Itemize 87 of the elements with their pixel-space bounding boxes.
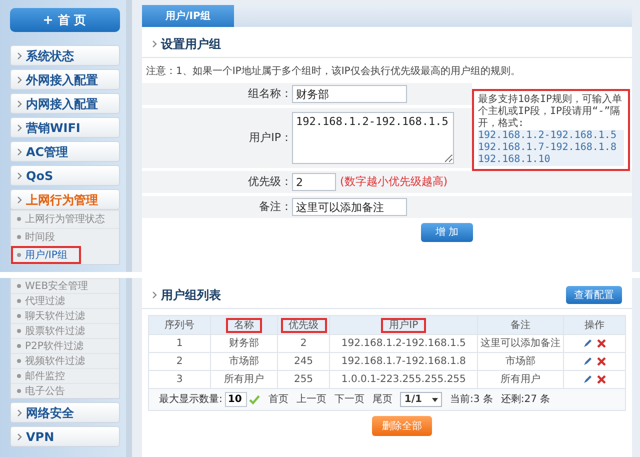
chevron-icon — [17, 409, 22, 418]
home-icon — [44, 16, 52, 24]
chevron-icon — [152, 40, 157, 48]
table-cell: 市场部 — [210, 352, 278, 370]
field-label: 用户IP： — [142, 108, 292, 168]
close-icon — [596, 339, 606, 348]
column-header: 优先级 — [280, 318, 326, 332]
table-cell: 市场部 — [478, 352, 564, 370]
chevron-icon — [17, 52, 22, 60]
table-cell: 2 — [277, 334, 330, 352]
bullet-icon — [17, 217, 21, 222]
edit-button[interactable] — [582, 357, 592, 366]
table-cell: 1 — [148, 334, 210, 352]
menu-item[interactable]: VPN — [10, 426, 120, 447]
close-icon — [596, 375, 606, 384]
max-display-label: 最大显示数量: — [159, 392, 222, 407]
chevron-icon — [17, 100, 22, 108]
table-cell: 192.168.1.7-192.168.1.8 — [330, 352, 478, 370]
menu-item[interactable]: 内网接入配置 — [10, 93, 120, 114]
chevron-icon — [17, 433, 22, 442]
section-title: 用户组列表 — [161, 287, 221, 304]
field-label: 组名称： — [142, 83, 292, 105]
section-title: 设置用户组 — [161, 36, 221, 53]
column-header: 名称 — [226, 318, 262, 332]
column-header: 用户IP — [381, 318, 426, 332]
group-name-field[interactable]: 财务部 — [292, 85, 407, 103]
priority-field[interactable]: 2 — [292, 173, 336, 191]
table-cell: 245 — [277, 352, 330, 370]
example-ip: 192.168.1.7-192.168.1.8 — [478, 142, 624, 154]
page-link[interactable]: 下一页 — [334, 392, 364, 407]
bullet-icon — [17, 235, 21, 240]
menu-item[interactable]: 外网接入配置 — [10, 69, 120, 90]
remaining-count: 还剩:27 条 — [500, 393, 550, 407]
menu-item[interactable]: 系统状态 — [10, 45, 120, 66]
max-display-field[interactable]: 10 — [224, 392, 247, 407]
delete-button[interactable] — [596, 339, 606, 348]
menu-item[interactable]: QoS — [10, 165, 120, 186]
example-ip: 192.168.1.10 — [478, 154, 624, 166]
field-label: 备注： — [142, 196, 292, 218]
user-ip-field[interactable]: 192.168.1.2-192.168.1.5 — [292, 112, 454, 164]
table-cell: 2 — [148, 352, 210, 370]
delete-button[interactable] — [596, 375, 606, 384]
example-ip: 192.168.1.2-192.168.1.5 — [478, 130, 624, 142]
home-button[interactable]: 首 页 — [10, 8, 120, 32]
column-header: 序列号 — [164, 320, 194, 330]
bullet-icon — [17, 253, 21, 258]
table-cell: 192.168.1.2-192.168.1.5 — [330, 334, 478, 352]
submenu-item[interactable]: 用户/IP组 — [11, 246, 81, 264]
delete-button[interactable] — [596, 357, 606, 366]
check-icon — [249, 394, 260, 404]
note-text: 注意：1、如果一个IP地址属于多个组时，该IP仅会执行优先级最高的用户组的规则。 — [145, 64, 522, 79]
bullet-icon — [17, 389, 21, 394]
table-cell: 财务部 — [210, 334, 278, 352]
bullet-icon — [17, 284, 21, 288]
remark-field[interactable]: 这里可以添加备注 — [292, 198, 407, 216]
priority-hint: (数字越小优先级越高) — [340, 174, 448, 190]
page-link[interactable]: 上一页 — [296, 392, 326, 407]
edit-button[interactable] — [582, 375, 592, 384]
hint-text: 最多支持10条IP规则，可输入单个主机或IP段，IP段请用“-”隔开，格式: — [478, 94, 624, 130]
column-header: 操作 — [584, 320, 604, 330]
chevron-icon — [17, 124, 22, 132]
current-count: 当前:3 条 — [450, 392, 493, 407]
table-cell: 这里可以添加备注 — [478, 334, 564, 352]
page-link[interactable]: 尾页 — [372, 392, 392, 407]
menu-item[interactable]: 营销WIFI — [10, 117, 120, 138]
bullet-icon — [17, 344, 21, 348]
bullet-icon — [17, 374, 21, 378]
menu-item[interactable]: 网络安全 — [10, 402, 120, 423]
chevron-icon — [17, 172, 22, 180]
page-select[interactable]: 1/1 — [400, 392, 442, 407]
field-label: 优先级： — [142, 171, 292, 193]
bullet-icon — [17, 299, 21, 304]
bullet-icon — [17, 359, 21, 364]
column-header: 备注 — [510, 320, 531, 330]
close-icon — [596, 357, 606, 366]
chevron-icon — [152, 291, 157, 299]
view-config-button[interactable]: 查看配置 — [566, 286, 622, 304]
add-button[interactable]: 增 加 — [421, 223, 473, 242]
menu-item[interactable]: AC管理 — [10, 141, 120, 162]
chevron-icon — [17, 76, 22, 84]
edit-button[interactable] — [582, 339, 592, 348]
page-link[interactable]: 首页 — [268, 392, 288, 407]
dropdown-caret-icon — [432, 398, 438, 402]
bullet-icon — [17, 329, 21, 334]
bullet-icon — [17, 314, 21, 318]
chevron-icon — [17, 196, 22, 204]
chevron-icon — [17, 148, 22, 156]
